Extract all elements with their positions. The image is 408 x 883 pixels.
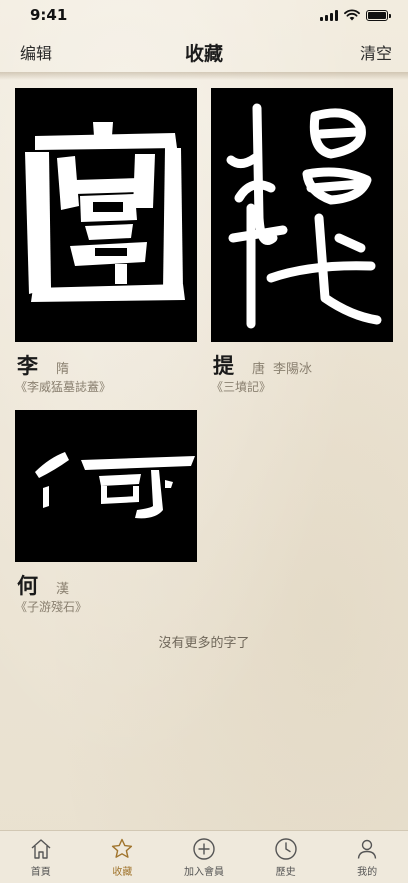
wifi-icon <box>344 9 360 21</box>
tab-history[interactable]: 歷史 <box>245 831 327 883</box>
battery-icon <box>366 9 391 21</box>
card-title-line: 提 唐 李陽冰 <box>211 350 393 378</box>
calligraphy-image[interactable] <box>211 88 393 342</box>
tab-bar: 首頁 收藏 加入會員 歷史 我的 <box>0 830 408 883</box>
card-title-line: 李 隋 <box>15 350 197 378</box>
nav-divider-shadow <box>0 72 408 80</box>
tab-profile[interactable]: 我的 <box>326 831 408 883</box>
card-title-line: 何 漢 <box>15 570 197 598</box>
tab-label: 加入會員 <box>183 867 224 878</box>
status-time: 9:41 <box>30 6 68 24</box>
user-icon <box>357 839 377 859</box>
tab-label: 收藏 <box>112 867 133 878</box>
source-work: 《三墳記》 <box>211 380 272 394</box>
cellular-signal-icon <box>320 9 338 21</box>
dynasty: 唐 <box>252 362 266 377</box>
tab-label: 首頁 <box>30 867 51 878</box>
dynasty: 漢 <box>56 582 70 597</box>
dynasty: 隋 <box>56 362 70 377</box>
character: 提 <box>213 354 234 378</box>
home-icon <box>31 839 51 859</box>
plus-circle-icon <box>193 838 215 860</box>
favorite-card[interactable]: 提 唐 李陽冰 《三墳記》 <box>211 88 393 395</box>
page-title: 收藏 <box>184 43 223 65</box>
calligraphy-image[interactable] <box>15 410 197 562</box>
tab-join-membership[interactable]: 加入會員 <box>163 831 245 883</box>
tab-home[interactable]: 首頁 <box>0 831 82 883</box>
favorite-card[interactable]: 何 漢 《子游殘石》 <box>15 410 197 615</box>
tab-label: 我的 <box>357 867 378 878</box>
author: 李陽冰 <box>273 362 313 377</box>
star-icon <box>112 838 133 858</box>
clock-icon <box>274 838 297 860</box>
status-bar: 9:41 <box>0 0 408 30</box>
end-of-list-message: 沒有更多的字了 <box>158 636 250 651</box>
source-work: 《李威猛墓誌蓋》 <box>15 380 112 394</box>
tab-favorites[interactable]: 收藏 <box>82 831 164 883</box>
tab-label: 歷史 <box>275 867 296 878</box>
calligraphy-image[interactable] <box>15 88 197 342</box>
favorite-card[interactable]: 李 隋 《李威猛墓誌蓋》 <box>15 88 197 395</box>
source-work: 《子游殘石》 <box>15 600 88 614</box>
status-icons <box>320 9 391 21</box>
clear-button[interactable]: 清空 <box>360 40 392 64</box>
character: 何 <box>17 574 38 598</box>
character: 李 <box>17 354 38 378</box>
navigation-bar: 编辑 收藏 清空 <box>0 30 408 72</box>
